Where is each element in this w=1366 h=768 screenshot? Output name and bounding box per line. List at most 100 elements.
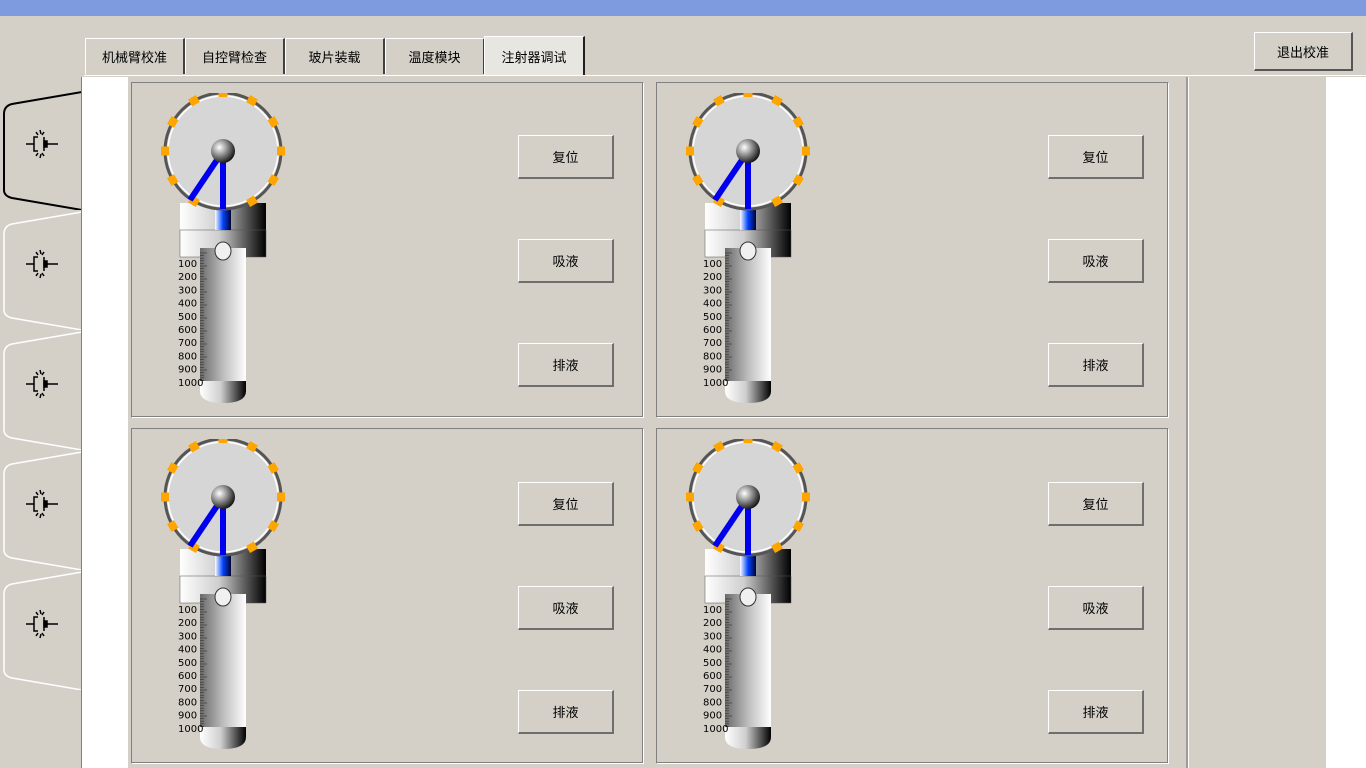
reset-button[interactable]: 复位 (518, 135, 614, 179)
syringe-panel-2: 100 200 300 400 500 600 700 800 900 1000 复位 吸液 排液 (656, 82, 1169, 418)
dispense-button[interactable]: 排液 (1048, 343, 1144, 387)
valve-port (686, 146, 694, 156)
valve-port (743, 93, 753, 97)
syringe-barrel (725, 248, 771, 381)
scale-label: 100 (178, 259, 197, 270)
side-tab-3[interactable] (0, 330, 82, 450)
syringe-panel-4: 100 200 300 400 500 600 700 800 900 1000 吸液 复位 排液 (656, 428, 1169, 764)
valve-hub (736, 139, 760, 163)
scale-label: 400 (178, 645, 197, 656)
button-label: 吸液 (552, 602, 579, 617)
dispense-button[interactable]: 排液 (1048, 690, 1144, 734)
reset-button[interactable]: 复位 (1048, 482, 1144, 526)
content-left-margin (81, 77, 128, 768)
side-tab-5[interactable] (0, 570, 82, 690)
exit-calibration-button[interactable]: 退出校准 (1254, 32, 1353, 71)
scale-label: 1000 (703, 724, 728, 735)
syringe-barrel (200, 594, 246, 727)
aspirate-button[interactable]: 吸液 (1048, 586, 1144, 630)
button-label: 复位 (1082, 151, 1109, 166)
scale-label: 500 (703, 312, 722, 323)
reset-button[interactable]: 复位 (518, 482, 614, 526)
scale-label: 400 (178, 299, 197, 310)
scale-label: 1000 (703, 378, 728, 389)
syringe-panel-3: 100 200 300 400 500 600 700 800 900 1000 复位 吸液 排液 (131, 428, 644, 764)
dispense-button[interactable]: 排液 (518, 343, 614, 387)
tab-syringe-debug[interactable]: 注射器调试 (484, 36, 585, 76)
tab-arm-calibration[interactable]: 机械臂校准 (85, 38, 185, 74)
tab-label: 温度模块 (408, 51, 461, 66)
scale-label: 800 (178, 697, 197, 708)
side-tab-2[interactable] (0, 210, 82, 330)
scale-label: 100 (703, 259, 722, 270)
syringe-tip (725, 381, 771, 403)
button-label: 吸液 (552, 255, 579, 270)
scale-label: 1000 (178, 378, 203, 389)
tab-label: 注射器调试 (501, 51, 567, 66)
scale-label: 700 (178, 684, 197, 695)
scale-label: 100 (178, 605, 197, 616)
scale-label: 100 (703, 605, 722, 616)
button-label: 排液 (1082, 359, 1109, 374)
scale-label: 400 (703, 299, 722, 310)
scale-label: 900 (178, 365, 197, 376)
scale-label: 600 (178, 325, 197, 336)
scale-label: 400 (703, 645, 722, 656)
scale-label: 900 (703, 365, 722, 376)
plunger-head (739, 241, 757, 261)
tabbar-divider (84, 75, 1366, 76)
valve-port (218, 439, 228, 443)
scale-label: 500 (703, 658, 722, 669)
scale-label: 700 (703, 684, 722, 695)
scale-label: 800 (178, 351, 197, 362)
valve-port (802, 146, 810, 156)
scale-label: 1000 (178, 724, 203, 735)
scale-label: 600 (703, 671, 722, 682)
tab-auto-arm-check[interactable]: 自控臂检查 (185, 38, 285, 74)
side-tab-1[interactable] (0, 90, 82, 210)
tab-slide-loading[interactable]: 玻片装载 (285, 38, 385, 74)
scale-label: 300 (703, 285, 722, 296)
valve-port (277, 492, 285, 502)
syringe-panel-1: 100 200 300 400 500 600 700 800 900 1000 复位 吸液 排液 (131, 82, 644, 418)
button-label: 复位 (552, 151, 579, 166)
valve-port (686, 492, 694, 502)
syringe-graphic: 100 200 300 400 500 600 700 800 900 1000 (161, 439, 285, 749)
scale-label: 500 (178, 658, 197, 669)
aspirate-button[interactable]: 吸液 (518, 586, 614, 630)
scale-label: 900 (703, 711, 722, 722)
syringe-barrel (725, 594, 771, 727)
tab-label: 自控臂检查 (201, 51, 267, 66)
valve-port (802, 492, 810, 502)
tab-label: 玻片装载 (308, 51, 361, 66)
aspirate-button[interactable]: 吸液 (1048, 239, 1144, 283)
content-divider (1186, 77, 1189, 768)
content-right-margin (1326, 77, 1366, 768)
syringe-tip (200, 727, 246, 749)
button-label: 排液 (552, 706, 579, 721)
valve-port (161, 146, 169, 156)
valve-port (161, 492, 169, 502)
button-label: 排液 (552, 359, 579, 374)
scale-label: 500 (178, 312, 197, 323)
scale-label: 700 (178, 338, 197, 349)
plunger-head (214, 241, 232, 261)
scale-label: 200 (703, 618, 722, 629)
valve-hub (211, 139, 235, 163)
button-label: 复位 (1082, 498, 1109, 513)
exit-button-label: 退出校准 (1276, 45, 1329, 61)
plunger-head (214, 587, 232, 607)
scale-label: 300 (178, 631, 197, 642)
syringe-tip (200, 381, 246, 403)
dispense-button[interactable]: 排液 (518, 690, 614, 734)
side-tab-4[interactable] (0, 450, 82, 570)
reset-button[interactable]: 复位 (1048, 135, 1144, 179)
syringe-tip (725, 727, 771, 749)
scale-label: 800 (703, 351, 722, 362)
syringe-barrel (200, 248, 246, 381)
scale-label: 200 (178, 618, 197, 629)
tab-temperature-module[interactable]: 温度模块 (385, 38, 485, 74)
scale-label: 700 (703, 338, 722, 349)
aspirate-button[interactable]: 吸液 (518, 239, 614, 283)
scale-label: 600 (703, 325, 722, 336)
